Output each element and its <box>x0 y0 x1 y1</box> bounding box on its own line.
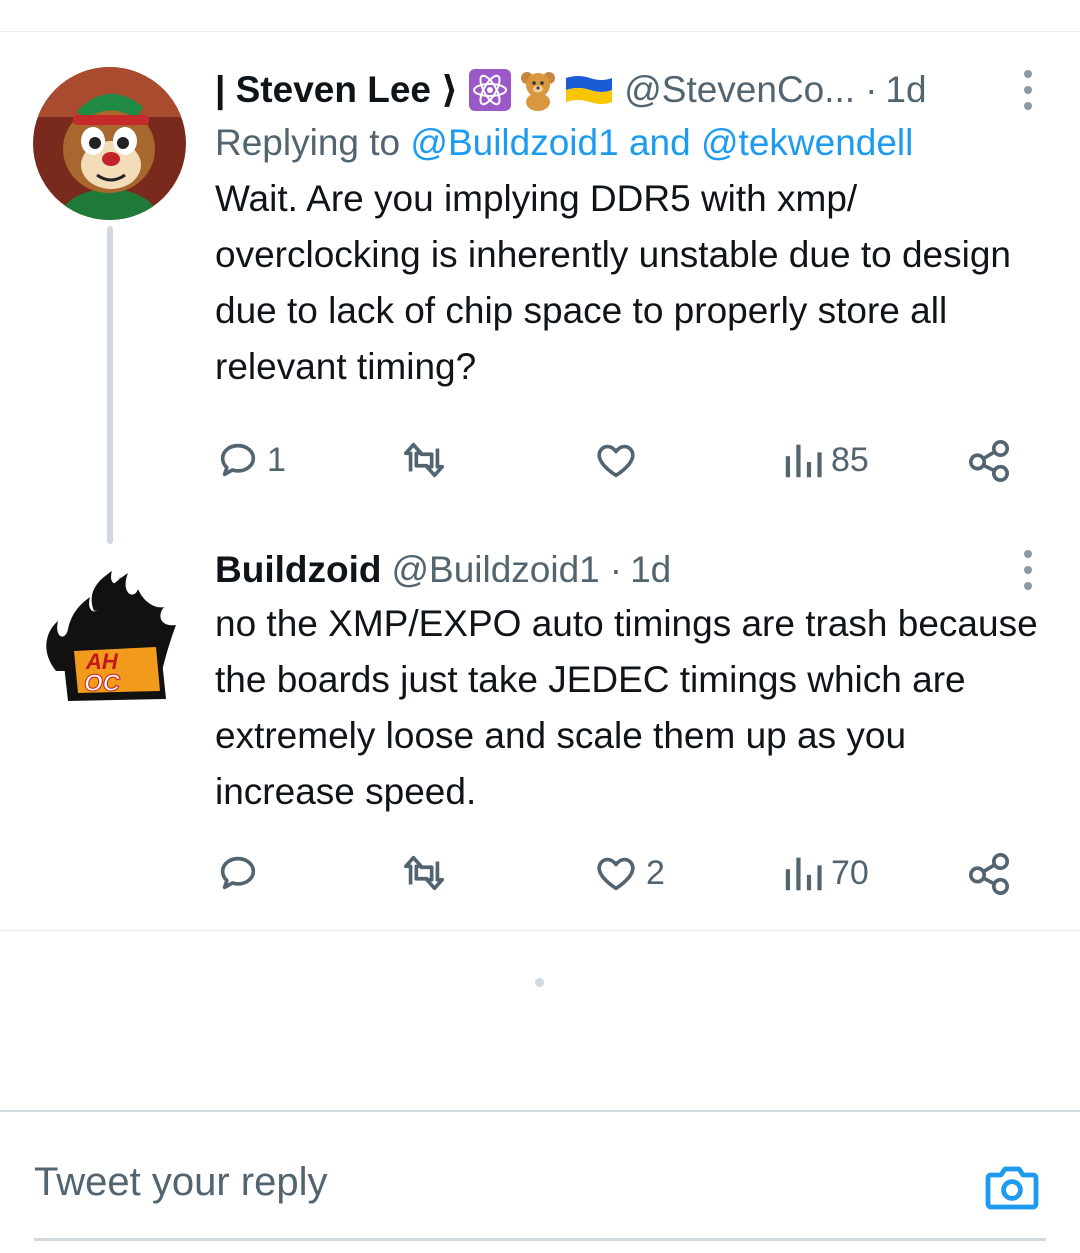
like-count: 2 <box>646 853 665 892</box>
separator-dot: · <box>609 549 623 590</box>
retweet-button[interactable] <box>397 845 457 901</box>
camera-button[interactable] <box>984 1162 1040 1217</box>
retweet-icon <box>403 442 445 478</box>
timestamp[interactable]: 1d <box>630 546 671 594</box>
heart-icon <box>597 444 635 478</box>
tweet-actions: 2 70 <box>215 845 1025 901</box>
share-icon <box>968 439 1010 482</box>
chipmunk-avatar-icon <box>33 67 186 220</box>
teddy-bear-emoji-icon <box>521 72 556 111</box>
views-button[interactable]: 85 <box>783 432 869 488</box>
tweet-content: Buildzoid @Buildzoid1 · 1d no the XMP/EX… <box>215 546 1044 820</box>
replying-to-line: Replying to @Buildzoid1 and @tekwendell <box>215 117 1044 169</box>
thread-connector-line <box>107 226 113 544</box>
more-dot <box>1024 102 1032 110</box>
share-button[interactable] <box>967 432 1011 488</box>
tweet-text: Wait. Are you implying DDR5 with xmp/ ov… <box>215 178 1011 387</box>
timestamp[interactable]: 1d <box>885 66 926 114</box>
more-dot <box>1024 582 1032 590</box>
flame-logo-icon: AH OC <box>46 571 176 701</box>
heart-icon <box>597 857 635 891</box>
more-dot <box>1024 86 1032 94</box>
reply-composer: Tweet your reply <box>0 1110 1080 1253</box>
reply-input-underline <box>34 1238 1046 1241</box>
separator-dot: · <box>865 69 878 110</box>
atom-emoji-icon <box>469 69 512 111</box>
retweet-button[interactable] <box>397 432 457 488</box>
tweet-header: Buildzoid @Buildzoid1 · 1d <box>215 546 1044 594</box>
user-handle[interactable]: @Buildzoid1 <box>391 546 599 594</box>
tweet-content: | Steven Lee ⟩ @StevenCo... · 1d Replyin… <box>215 66 1044 395</box>
views-chart-icon <box>785 444 822 478</box>
ukraine-flag-emoji-icon <box>566 76 613 104</box>
more-dot <box>1024 566 1032 574</box>
more-options-button[interactable] <box>1018 70 1038 110</box>
like-button[interactable]: 2 <box>592 845 665 901</box>
more-dot <box>1024 70 1032 78</box>
reply-input[interactable]: Tweet your reply <box>34 1160 327 1205</box>
more-options-button[interactable] <box>1018 550 1038 590</box>
replying-prefix: Replying to <box>215 122 401 163</box>
reply-button[interactable]: 1 <box>215 432 286 488</box>
views-count: 70 <box>831 853 869 892</box>
more-dot <box>1024 550 1032 558</box>
avatar[interactable]: AH OC <box>38 551 182 701</box>
share-button[interactable] <box>967 845 1011 901</box>
replying-and[interactable]: and <box>629 122 691 163</box>
avatar-logo-text: OC <box>84 670 121 697</box>
tweet[interactable]: | Steven Lee ⟩ @StevenCo... · 1d Replyin… <box>0 32 1080 544</box>
views-chart-icon <box>785 857 822 891</box>
tweet[interactable]: AH OC Buildzoid @Buildzoid1 · 1d no the … <box>0 532 1080 930</box>
reply-icon <box>220 856 256 890</box>
reply-button[interactable] <box>215 845 267 901</box>
camera-icon <box>985 1166 1039 1210</box>
tweet-divider <box>0 930 1080 931</box>
loading-indicator <box>535 978 544 987</box>
avatar[interactable] <box>33 67 186 220</box>
mention-link[interactable]: @Buildzoid1 <box>410 122 618 163</box>
tweet-header: | Steven Lee ⟩ @StevenCo... · 1d <box>215 66 1044 114</box>
user-handle[interactable]: @StevenCo... <box>624 66 855 114</box>
views-button[interactable]: 70 <box>783 845 869 901</box>
like-button[interactable] <box>592 432 646 488</box>
display-name[interactable]: Buildzoid <box>215 546 381 594</box>
views-count: 85 <box>831 440 869 479</box>
reply-count: 1 <box>267 440 286 479</box>
retweet-icon <box>403 855 445 891</box>
tweet-actions: 1 85 <box>215 432 1025 488</box>
display-name[interactable]: | Steven Lee ⟩ <box>215 66 458 114</box>
profile-emoji-badges <box>468 68 614 112</box>
mention-link[interactable]: @tekwendell <box>701 122 913 163</box>
share-icon <box>968 852 1010 895</box>
tweet-text: no the XMP/EXPO auto timings are trash b… <box>215 603 1038 812</box>
reply-icon <box>220 443 256 477</box>
